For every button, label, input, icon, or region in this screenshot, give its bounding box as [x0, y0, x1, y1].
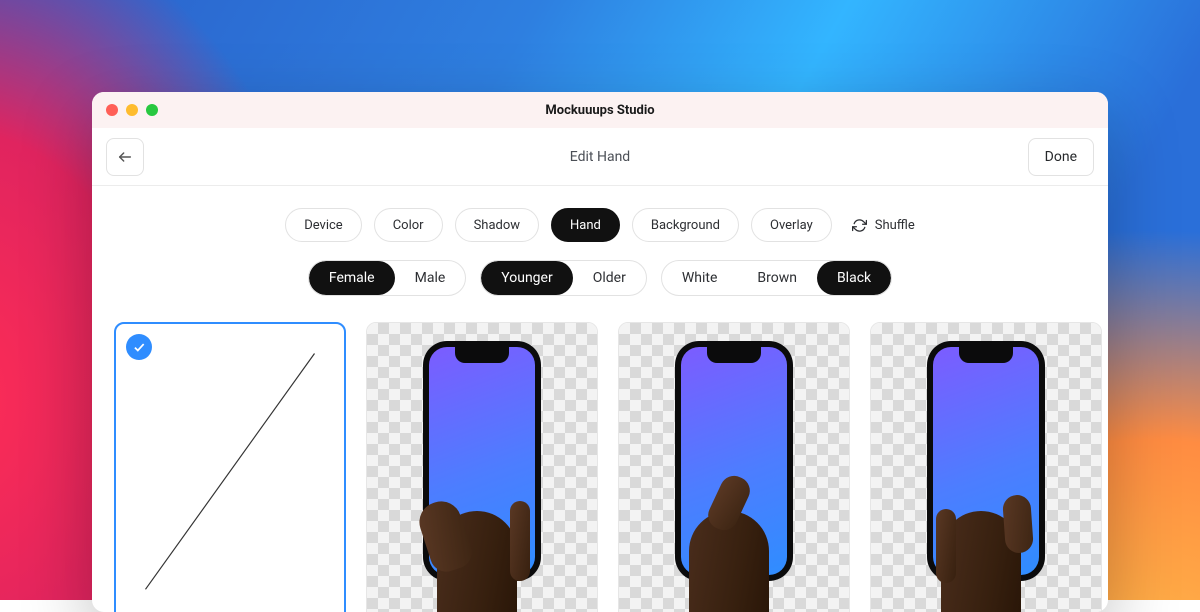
selected-check-icon	[126, 334, 152, 360]
phone-screen	[933, 347, 1039, 575]
filter-option-female[interactable]: Female	[309, 261, 395, 295]
maximize-window-button[interactable]	[146, 104, 158, 116]
toolbar: Edit Hand Done	[92, 128, 1108, 186]
filter-option-younger[interactable]: Younger	[481, 261, 572, 295]
none-diagonal-icon	[116, 324, 344, 612]
window-title: Mockuuups Studio	[92, 103, 1108, 118]
window-titlebar: Mockuuups Studio	[92, 92, 1108, 128]
mockup-option-none[interactable]	[114, 322, 346, 612]
category-tab-background[interactable]: Background	[632, 208, 739, 242]
mockup-option-3[interactable]	[870, 322, 1102, 612]
mockup-option-2[interactable]	[618, 322, 850, 612]
filter-option-black[interactable]: Black	[817, 261, 891, 295]
done-button-label: Done	[1045, 149, 1077, 165]
filter-group-1: YoungerOlder	[480, 260, 647, 296]
filter-groups: FemaleMale YoungerOlder WhiteBrownBlack	[92, 260, 1108, 296]
phone-screen	[681, 347, 787, 575]
close-window-button[interactable]	[106, 104, 118, 116]
minimize-window-button[interactable]	[126, 104, 138, 116]
category-tab-overlay[interactable]: Overlay	[751, 208, 832, 242]
category-tab-color[interactable]: Color	[374, 208, 443, 242]
filter-group-2: WhiteBrownBlack	[661, 260, 892, 296]
phone-notch	[707, 347, 761, 363]
filter-option-brown[interactable]: Brown	[737, 261, 817, 295]
done-button[interactable]: Done	[1028, 138, 1094, 176]
phone-device	[423, 341, 541, 581]
back-button[interactable]	[106, 138, 144, 176]
filter-option-white[interactable]: White	[662, 261, 738, 295]
mockup-option-1[interactable]	[366, 322, 598, 612]
filter-option-older[interactable]: Older	[573, 261, 646, 295]
mockup-gallery	[92, 296, 1108, 612]
category-tabs: Device Color Shadow Hand Background Overlay Sh…	[92, 208, 1108, 242]
traffic-lights	[106, 104, 158, 116]
filter-group-0: FemaleMale	[308, 260, 466, 296]
filter-option-male[interactable]: Male	[395, 261, 466, 295]
shuffle-button[interactable]: Shuffle	[852, 218, 915, 233]
arrow-left-icon	[117, 149, 133, 165]
phone-device	[675, 341, 793, 581]
category-tab-device[interactable]: Device	[285, 208, 362, 242]
phone-device	[927, 341, 1045, 581]
app-window: Mockuuups Studio Edit Hand Done Device Co…	[92, 92, 1108, 612]
content-area: Device Color Shadow Hand Background Overlay Sh…	[92, 186, 1108, 612]
category-tab-hand[interactable]: Hand	[551, 208, 620, 242]
shuffle-label: Shuffle	[875, 218, 915, 233]
phone-notch	[959, 347, 1013, 363]
category-tab-shadow[interactable]: Shadow	[455, 208, 539, 242]
shuffle-icon	[852, 218, 867, 233]
phone-notch	[455, 347, 509, 363]
phone-screen	[429, 347, 535, 575]
page-subtitle: Edit Hand	[92, 149, 1108, 165]
